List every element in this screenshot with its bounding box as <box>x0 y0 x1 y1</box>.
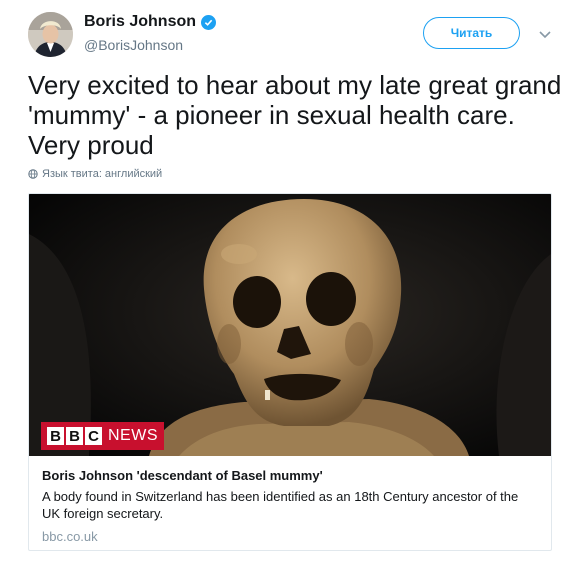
bbc-news-logo: B B C NEWS <box>41 422 164 450</box>
tweet-language-note: Язык твита: английский <box>28 168 162 180</box>
card-description: A body found in Switzerland has been ide… <box>42 489 519 521</box>
author-name-row[interactable]: Boris Johnson <box>84 13 217 31</box>
link-card[interactable]: B B C NEWS Boris Johnson 'descendant of … <box>28 193 552 551</box>
tweet-language-label: Язык твита: английский <box>42 168 163 180</box>
tweet-text: Very excited to hear about my late great… <box>28 70 562 160</box>
avatar[interactable] <box>28 12 73 57</box>
card-title[interactable]: Boris Johnson 'descendant of Basel mummy… <box>42 468 323 483</box>
author-handle[interactable]: @BorisJohnson <box>84 37 183 53</box>
author-name[interactable]: Boris Johnson <box>84 13 196 31</box>
card-domain[interactable]: bbc.co.uk <box>42 529 98 544</box>
globe-icon <box>28 169 38 179</box>
card-image[interactable]: B B C NEWS <box>29 194 551 456</box>
follow-button[interactable]: Читать <box>423 17 520 49</box>
verified-badge-icon <box>201 14 217 30</box>
chevron-down-icon[interactable] <box>537 26 553 42</box>
